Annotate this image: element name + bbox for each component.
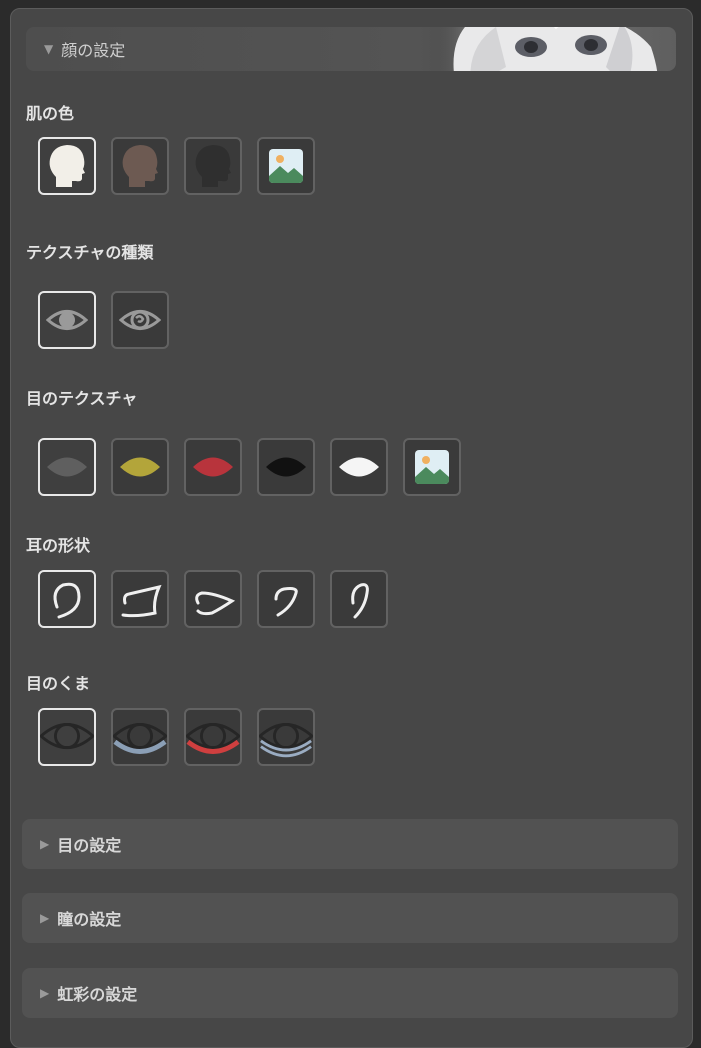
texture-type-solid-option[interactable]	[38, 291, 96, 349]
texture-type-label: テクスチャの種類	[26, 243, 154, 262]
skin-brown-option[interactable]	[111, 137, 169, 195]
ear-shape-small-option[interactable]	[257, 570, 315, 628]
face-settings-header[interactable]: ▼ 顔の設定	[26, 27, 676, 71]
skin-custom-image-option[interactable]	[257, 137, 315, 195]
eye-detailed-icon	[119, 310, 161, 330]
dark-circles-double-option[interactable]	[257, 708, 315, 766]
eye-shape-yellow-icon	[120, 457, 160, 477]
ear-round-icon	[53, 582, 81, 619]
face-settings-title: 顔の設定	[61, 41, 126, 60]
character-face-image	[436, 27, 676, 71]
eye-solid-icon	[46, 310, 88, 330]
eye-texture-yellow-option[interactable]	[111, 438, 169, 496]
eye-double-circle-icon	[259, 723, 313, 758]
dark-circles-options	[38, 708, 315, 766]
eye-texture-red-option[interactable]	[184, 438, 242, 496]
eye-settings-header[interactable]: ▶ 目の設定	[22, 819, 678, 869]
eye-texture-gray-option[interactable]	[38, 438, 96, 496]
dark-circles-none-option[interactable]	[38, 708, 96, 766]
eye-texture-label: 目のテクスチャ	[26, 389, 138, 408]
ear-long-icon	[121, 584, 162, 618]
head-dark-icon	[195, 145, 231, 187]
ear-shape-pointed-option[interactable]	[184, 570, 242, 628]
skin-dark-option[interactable]	[184, 137, 242, 195]
eye-shape-red-icon	[193, 457, 233, 477]
eye-texture-white-option[interactable]	[330, 438, 388, 496]
eye-blue-circle-icon	[113, 723, 167, 754]
triangle-down-icon: ▼	[44, 42, 54, 56]
eye-none-icon	[40, 723, 94, 750]
ear-small-icon	[274, 587, 298, 617]
ear-shape-narrow-option[interactable]	[330, 570, 388, 628]
pupil-settings-header[interactable]: ▶ 瞳の設定	[22, 893, 678, 943]
dark-circles-blue-option[interactable]	[111, 708, 169, 766]
ear-shape-options	[38, 570, 388, 628]
eye-shape-black-icon	[266, 457, 306, 477]
head-brown-icon	[122, 145, 158, 187]
pupil-settings-title: 瞳の設定	[57, 910, 122, 929]
dark-circles-red-option[interactable]	[184, 708, 242, 766]
iris-settings-title: 虹彩の設定	[57, 985, 138, 1004]
image-icon	[415, 450, 449, 484]
ear-pointed-icon	[195, 591, 236, 616]
eye-shape-gray-icon	[47, 457, 87, 477]
eye-shape-white-icon	[339, 457, 379, 477]
ear-narrow-icon	[351, 583, 369, 619]
triangle-right-icon: ▶	[40, 911, 50, 925]
skin-color-options	[38, 137, 315, 195]
texture-type-detailed-option[interactable]	[111, 291, 169, 349]
skin-light-option[interactable]	[38, 137, 96, 195]
head-light-icon	[49, 145, 85, 187]
triangle-right-icon: ▶	[40, 986, 50, 1000]
ear-shape-label: 耳の形状	[26, 536, 91, 555]
iris-settings-header[interactable]: ▶ 虹彩の設定	[22, 968, 678, 1018]
eye-texture-options	[38, 438, 461, 496]
ear-shape-round-option[interactable]	[38, 570, 96, 628]
eye-texture-black-option[interactable]	[257, 438, 315, 496]
triangle-right-icon: ▶	[40, 837, 50, 851]
ear-shape-long-option[interactable]	[111, 570, 169, 628]
dark-circles-label: 目のくま	[26, 674, 91, 693]
skin-color-label: 肌の色	[26, 104, 75, 123]
eye-texture-custom-image-option[interactable]	[403, 438, 461, 496]
image-icon	[269, 149, 303, 183]
eye-settings-title: 目の設定	[57, 836, 122, 855]
eye-red-circle-icon	[186, 723, 240, 754]
texture-type-options	[38, 291, 169, 349]
